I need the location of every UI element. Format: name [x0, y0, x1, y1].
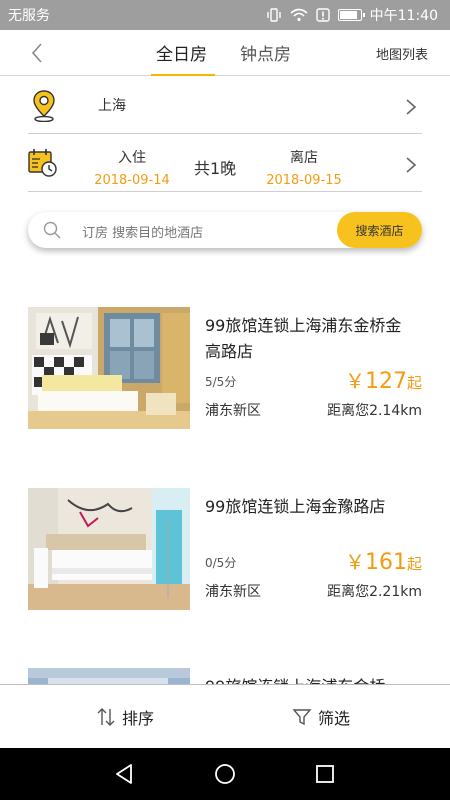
price-suffix: 起: [406, 555, 422, 573]
chevron-right-icon: [406, 157, 417, 173]
hotel-district: 浦东新区: [205, 403, 261, 419]
hotel-score: 5/5分: [205, 375, 237, 389]
hotel-card[interactable]: 99旅馆连锁上海浦东金桥金高路店 5/5分 ￥127起 浦东新区 距离您2.14…: [28, 307, 422, 429]
hotel-score: 0/5分: [205, 556, 237, 570]
nav-recents-icon[interactable]: [313, 762, 337, 786]
wifi-icon: [290, 8, 308, 22]
search-icon: [43, 221, 61, 239]
search-hotel-button[interactable]: 搜索酒店: [337, 212, 422, 248]
bottom-action-bar: 排序 筛选: [0, 684, 450, 747]
price-value: 161: [364, 550, 407, 575]
hotel-district: 浦东新区: [205, 584, 261, 600]
city-label: 上海: [98, 98, 126, 114]
nav-home-icon[interactable]: [213, 762, 237, 786]
vibrate-icon: [266, 8, 281, 22]
back-arrow-icon[interactable]: [26, 41, 50, 65]
location-pin-icon: [33, 90, 55, 122]
search-input[interactable]: 订房 搜索目的地酒店: [82, 222, 203, 241]
tab-all-day[interactable]: 全日房: [156, 40, 207, 65]
hotel-name: 99旅馆连锁上海浦东金桥: [205, 674, 415, 684]
hotel-photo: [28, 307, 190, 429]
sort-icon: [97, 708, 115, 726]
sort-label: 排序: [122, 709, 155, 728]
clock: 中午11:40: [369, 8, 438, 24]
status-icons: 中午11:40: [266, 5, 438, 25]
header: 全日房 钟点房 地图列表: [0, 30, 450, 76]
date-selector[interactable]: 入住 2018-09-14 共1晚 离店 2018-09-15: [28, 140, 422, 192]
price-value: 127: [364, 369, 407, 394]
sort-button[interactable]: 排序: [96, 705, 154, 729]
hotel-photo: [28, 488, 190, 610]
hotel-distance: 距离您2.21km: [327, 584, 422, 600]
price-symbol: ￥: [344, 550, 365, 574]
hotel-price: ￥127起: [345, 365, 422, 394]
filter-funnel-icon: [292, 709, 312, 726]
price-suffix: 起: [406, 374, 422, 392]
nav-back-icon[interactable]: [113, 762, 137, 786]
hotel-card[interactable]: 99旅馆连锁上海金豫路店 0/5分 ￥161起 浦东新区 距离您2.21km: [28, 488, 422, 610]
active-tab-indicator: [151, 74, 215, 76]
hotel-distance: 距离您2.14km: [327, 403, 422, 419]
checkin-block: 入住 2018-09-14: [92, 147, 172, 188]
filter-button[interactable]: 筛选: [292, 705, 350, 729]
filter-label: 筛选: [318, 709, 351, 728]
checkout-label: 离店: [290, 150, 318, 166]
battery-icon: [337, 9, 365, 21]
map-list-button[interactable]: 地图列表: [376, 44, 428, 63]
tab-hourly[interactable]: 钟点房: [240, 40, 291, 65]
calendar-clock-icon: [28, 149, 57, 177]
checkout-date: 2018-09-15: [266, 173, 342, 188]
checkout-block: 离店 2018-09-15: [264, 147, 344, 188]
checkin-date: 2018-09-14: [94, 173, 170, 188]
hotel-list[interactable]: 99旅馆连锁上海浦东金桥金高路店 5/5分 ￥127起 浦东新区 距离您2.14…: [0, 256, 450, 684]
hotel-name: 99旅馆连锁上海浦东金桥金高路店: [205, 316, 402, 361]
hotel-card[interactable]: 99旅馆连锁上海浦东金桥: [28, 668, 422, 684]
checkin-label: 入住: [118, 150, 146, 166]
city-selector[interactable]: 上海: [28, 84, 422, 134]
alert-icon: [315, 8, 330, 22]
hotel-photo: [28, 668, 190, 684]
system-nav-bar: [0, 748, 450, 800]
hotel-price: ￥161起: [345, 546, 422, 575]
chevron-right-icon: [406, 99, 417, 115]
nights-count: 共1晚: [194, 159, 237, 178]
price-symbol: ￥: [344, 369, 365, 393]
hotel-name: 99旅馆连锁上海金豫路店: [205, 497, 386, 516]
carrier-label: 无服务: [8, 8, 50, 24]
status-bar: 无服务 中午11:40: [0, 0, 450, 30]
search-bar: 订房 搜索目的地酒店 搜索酒店: [28, 212, 422, 248]
